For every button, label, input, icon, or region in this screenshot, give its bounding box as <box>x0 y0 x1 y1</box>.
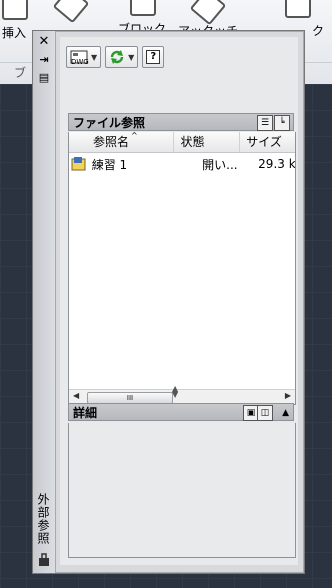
refresh-icon <box>110 50 124 64</box>
xref-palette: ✕ ⇥ ▤ 外部参照 DWG ▼ ▼ ? ファイル参照 ☰ ╘ 参照名 ^ 状態… <box>32 30 305 574</box>
block-icon[interactable] <box>130 0 156 16</box>
scroll-left-icon[interactable]: ◀ <box>73 391 79 400</box>
edit-block-icon[interactable] <box>52 0 90 24</box>
palette-title: 外部参照 <box>36 493 50 545</box>
row-status: 開い... <box>202 157 238 172</box>
horizontal-scrollbar[interactable]: ◀ III ▶ <box>69 389 295 404</box>
details-header[interactable]: 詳細 ▣ ◫ ▲ <box>68 403 294 421</box>
row-size: 29.3 k <box>258 157 295 171</box>
help-icon: ? <box>146 50 161 64</box>
details-title: 詳細 <box>73 406 98 420</box>
attach-dwg-button[interactable]: DWG ▼ <box>66 46 102 68</box>
palette-content: DWG ▼ ▼ ? ファイル参照 ☰ ╘ 参照名 ^ 状態 サイズ 練習 1 開… <box>60 37 298 565</box>
properties-icon[interactable]: ▤ <box>37 71 51 85</box>
collapse-icon[interactable]: ▲ <box>282 404 289 422</box>
row-name: 練習 1 <box>91 157 128 172</box>
clip-icon[interactable] <box>285 0 311 18</box>
column-reference-name[interactable]: 参照名 ^ <box>69 132 175 152</box>
drawing-file-icon <box>71 157 86 171</box>
file-references-list[interactable]: 参照名 ^ 状態 サイズ 練習 1 開い... 29.3 k ◀ III ▶ <box>68 132 296 405</box>
ribbon-label-clip[interactable]: ク <box>312 22 324 39</box>
ribbon-label-insert[interactable]: 挿入 <box>2 24 26 41</box>
list-view-icon[interactable]: ☰ <box>257 115 273 131</box>
list-column-header: 参照名 ^ 状態 サイズ <box>69 132 295 153</box>
xref-toolbar: DWG ▼ ▼ ? <box>66 45 165 69</box>
tree-view-icon[interactable]: ╘ <box>274 115 290 131</box>
column-status[interactable]: 状態 <box>174 132 241 152</box>
ribbon-panel-title: ブ <box>14 66 27 80</box>
splitter-handle-icon[interactable]: ▲ ▼ <box>172 385 178 399</box>
file-references-title: ファイル参照 <box>73 116 146 130</box>
refresh-button[interactable]: ▼ <box>105 46 139 68</box>
sort-asc-icon: ^ <box>131 132 138 140</box>
attach-dwg-label: DWG <box>71 57 89 66</box>
chevron-down-icon[interactable]: ▼ <box>91 53 97 62</box>
details-panel <box>68 423 296 558</box>
help-button[interactable]: ? <box>142 46 165 68</box>
insert-icon[interactable] <box>2 0 28 20</box>
palette-settings-icon[interactable] <box>37 553 51 567</box>
file-references-header[interactable]: ファイル参照 ☰ ╘ <box>68 113 294 131</box>
palette-titlebar[interactable]: ✕ ⇥ ▤ 外部参照 <box>33 31 56 573</box>
chevron-down-icon[interactable]: ▼ <box>128 53 134 62</box>
close-icon[interactable]: ✕ <box>37 35 51 49</box>
autohide-icon[interactable]: ⇥ <box>37 53 51 67</box>
scroll-right-icon[interactable]: ▶ <box>285 391 291 400</box>
table-row[interactable]: 練習 1 開い... 29.3 k <box>69 154 295 174</box>
column-size[interactable]: サイズ <box>240 132 295 152</box>
preview-view-icon[interactable]: ◫ <box>257 405 273 421</box>
